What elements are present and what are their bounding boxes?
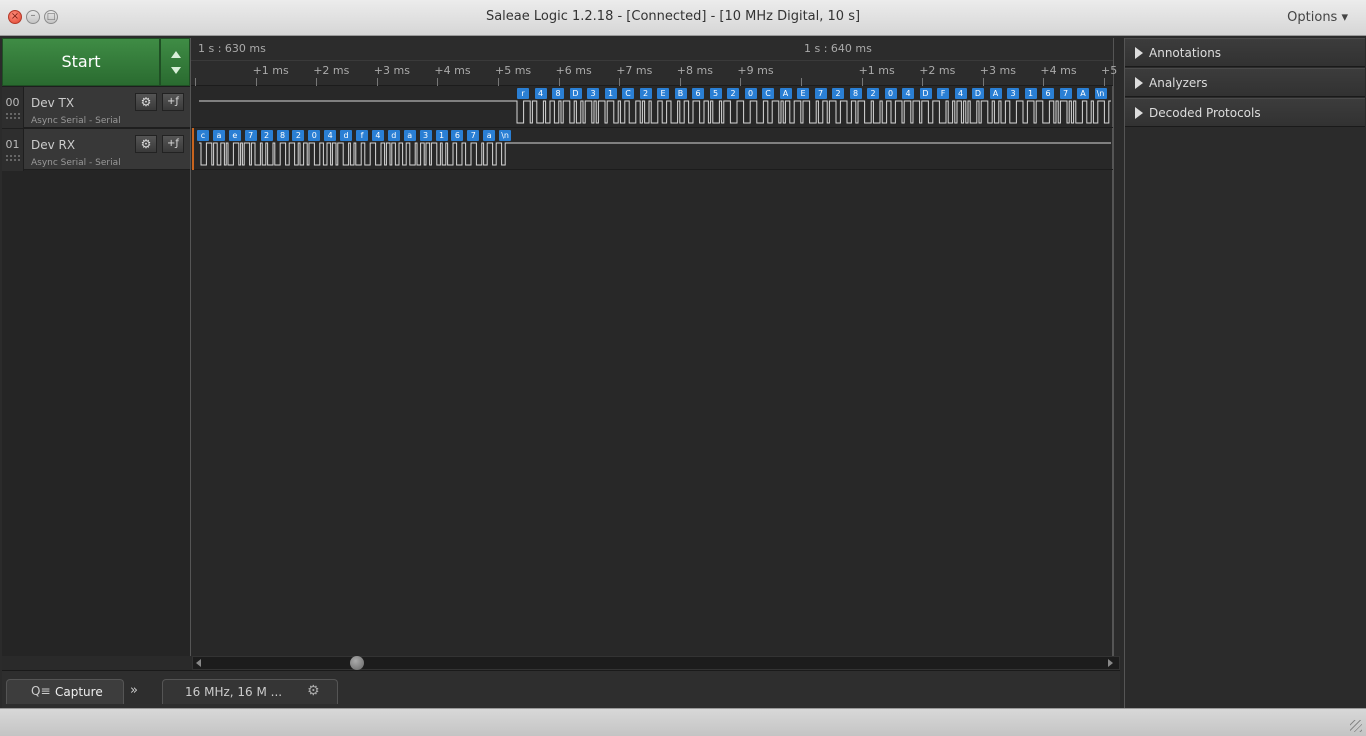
ruler-tick [1043, 78, 1044, 86]
channel-settings-button[interactable]: ⚙ [135, 93, 157, 111]
ruler-tick [680, 78, 681, 86]
ruler-group-label: 1 s : 640 ms [804, 42, 872, 55]
ruler-tick [619, 78, 620, 86]
ruler-tick [801, 78, 802, 86]
trace-tx[interactable]: r 4 8 D 3 1 C 2 E B 6 5 2 0 C A E 7 2 8 2 0 4 D F 4 D A 3 1 6 7 A \n [191, 86, 1113, 128]
scroll-left-icon[interactable] [196, 659, 201, 667]
ruler-tick-label: +5 [1101, 64, 1118, 77]
title-bar: × – □ Saleae Logic 1.2.18 - [Connected] … [0, 0, 1366, 36]
ruler-tick-label: +4 ms [434, 64, 471, 77]
channel-row-tx[interactable]: 00 Dev TX Async Serial - Serial ⚙ +ƒ [2, 86, 190, 129]
chevron-up-icon [171, 51, 181, 58]
ruler-tick [983, 78, 984, 86]
app-window: × – □ Saleae Logic 1.2.18 - [Connected] … [0, 0, 1366, 736]
ruler-tick-label: +3 ms [373, 64, 410, 77]
trigger-button[interactable]: +ƒ [162, 93, 184, 111]
ruler-tick [1104, 78, 1105, 86]
ruler-tick [922, 78, 923, 86]
channel-panel: Start 00 Dev TX Async Serial - Serial ⚙ … [2, 38, 190, 656]
signal-trace [199, 100, 1111, 124]
ruler-tick-label: +3 ms [979, 64, 1016, 77]
chevron-down-icon [171, 67, 181, 74]
ruler-tick-label: +9 ms [737, 64, 774, 77]
section-decoded-protocols[interactable]: Decoded Protocols [1125, 98, 1365, 127]
ruler-tick-label: +1 ms [252, 64, 289, 77]
waveform-tx [199, 100, 1111, 124]
section-label: Annotations [1149, 46, 1222, 60]
ruler-tick-label: +6 ms [555, 64, 592, 77]
capture-settings-label: 16 MHz, 16 M ... [185, 685, 283, 699]
channel-row-rx[interactable]: 01 Dev RX Async Serial - Serial ⚙ +ƒ [2, 128, 190, 171]
scroll-right-icon[interactable] [1108, 659, 1113, 667]
drag-handle-icon[interactable] [6, 113, 20, 119]
status-bar [0, 708, 1366, 736]
channel-number: 00 [2, 87, 24, 129]
channel-name[interactable]: Dev RX [31, 138, 75, 152]
ruler-tick-label: +7 ms [616, 64, 653, 77]
start-options-button[interactable] [160, 38, 190, 86]
more-tabs-icon[interactable]: » [130, 683, 138, 698]
signal-trace [199, 142, 1111, 166]
ruler-tick-label: +5 ms [495, 64, 532, 77]
ruler-tick [498, 78, 499, 86]
trigger-button[interactable]: +ƒ [162, 135, 184, 153]
scroll-track[interactable] [192, 656, 1120, 670]
time-ruler[interactable]: 1 s : 630 ms 1 s : 640 ms +1 ms +2 ms +3 m… [191, 38, 1117, 86]
ruler-tick [862, 78, 863, 86]
side-panel: Annotations Analyzers Decoded Protocols [1124, 38, 1365, 708]
ruler-ticks [191, 78, 1113, 86]
channel-name[interactable]: Dev TX [31, 96, 74, 110]
drag-handle-icon[interactable] [6, 155, 20, 161]
horizontal-scrollbar[interactable] [2, 656, 1120, 670]
time-marker[interactable] [192, 128, 194, 170]
ruler-tick [195, 78, 196, 86]
ruler-tick [740, 78, 741, 86]
section-analyzers[interactable]: Analyzers [1125, 68, 1365, 97]
expand-arrow-icon [1135, 47, 1143, 59]
channel-analyzer: Async Serial - Serial [31, 158, 121, 168]
expand-arrow-icon [1135, 107, 1143, 119]
channel-analyzer: Async Serial - Serial [31, 116, 121, 126]
resize-grip-icon[interactable] [1350, 720, 1362, 732]
ruler-tick-label: +4 ms [1040, 64, 1077, 77]
start-button[interactable]: Start [2, 38, 160, 86]
expand-arrow-icon [1135, 77, 1143, 89]
ruler-tick-label: +2 ms [919, 64, 956, 77]
scroll-thumb[interactable] [350, 656, 364, 670]
channel-number: 01 [2, 129, 24, 171]
ruler-separator [191, 60, 1113, 61]
ruler-tick [256, 78, 257, 86]
channel-settings-button[interactable]: ⚙ [135, 135, 157, 153]
ruler-group-label: 1 s : 630 ms [198, 42, 266, 55]
ruler-tick-label: +2 ms [313, 64, 350, 77]
gear-icon[interactable]: ⚙ [307, 683, 320, 699]
window-title: Saleae Logic 1.2.18 - [Connected] - [10 … [485, 9, 861, 24]
waveform-rx [199, 142, 1111, 166]
capture-search-icon: Q≡ [31, 684, 51, 698]
section-label: Decoded Protocols [1149, 106, 1261, 120]
trace-rx[interactable]: c a e 7 2 8 2 0 4 d f 4 d a 3 1 6 7 a \n [191, 128, 1113, 170]
tab-capture-label: Capture [55, 685, 103, 699]
bottom-bar: Q≡ Capture » 16 MHz, 16 M ... ⚙ [2, 670, 1120, 708]
tab-capture[interactable]: Q≡ Capture [6, 679, 124, 704]
waveform-view[interactable]: 1 s : 630 ms 1 s : 640 ms +1 ms +2 ms +3 m… [190, 38, 1117, 656]
ruler-tick [437, 78, 438, 86]
section-label: Analyzers [1149, 76, 1208, 90]
ruler-tick [377, 78, 378, 86]
ruler-tick-label: +8 ms [676, 64, 713, 77]
ruler-tick-label: +1 ms [858, 64, 895, 77]
options-menu[interactable]: Options ▾ [1287, 10, 1348, 25]
section-annotations[interactable]: Annotations [1125, 38, 1365, 67]
tab-capture-settings[interactable]: 16 MHz, 16 M ... ⚙ [162, 679, 338, 704]
ruler-tick [559, 78, 560, 86]
ruler-tick [316, 78, 317, 86]
